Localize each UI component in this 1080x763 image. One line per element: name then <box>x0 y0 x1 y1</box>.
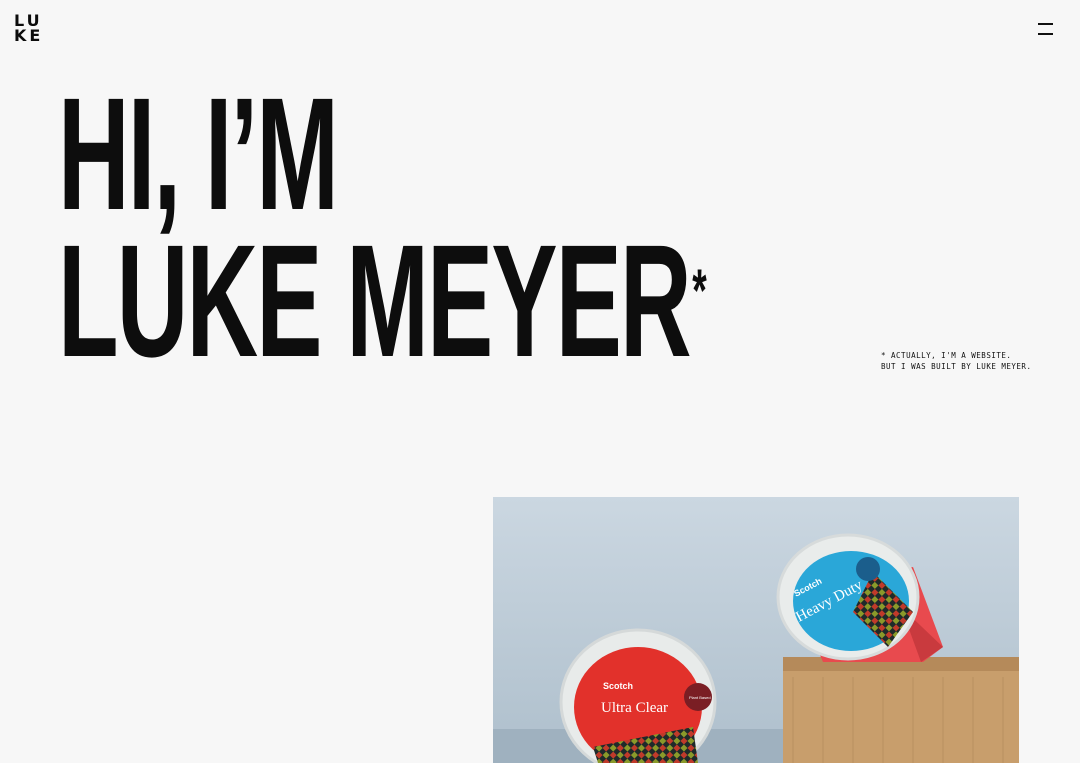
feature-image-scotch-tape[interactable]: Scotch Heavy Duty Scotch Ultra Clear Pla… <box>493 497 1019 763</box>
ultra-clear-label: Ultra Clear <box>601 700 668 716</box>
hero-heading: HI, I’M LUKE MEYER* <box>58 64 707 381</box>
site-logo[interactable]: LU KE <box>14 13 48 45</box>
hero-name: LUKE MEYER <box>58 211 692 390</box>
hero-line-1: HI, I’M <box>58 64 339 243</box>
ultra-clear-brand: Scotch <box>603 681 633 691</box>
footnote-line-1: * ACTUALLY, I'M A WEBSITE. <box>881 351 1012 360</box>
ultra-clear-tape: Scotch Ultra Clear Plant Based <box>559 628 717 763</box>
hamburger-menu-icon[interactable] <box>1036 20 1056 38</box>
hero-asterisk: * <box>692 257 707 324</box>
footnote-line-2: BUT I WAS BUILT BY LUKE MEYER. <box>881 362 1032 371</box>
cardboard-box <box>783 657 1019 763</box>
logo-line-2: KE <box>14 26 44 45</box>
footnote: * ACTUALLY, I'M A WEBSITE. BUT I WAS BUI… <box>881 350 1031 372</box>
hero-line-2: LUKE MEYER* <box>58 221 707 381</box>
plant-based-badge: Plant Based <box>689 695 711 700</box>
